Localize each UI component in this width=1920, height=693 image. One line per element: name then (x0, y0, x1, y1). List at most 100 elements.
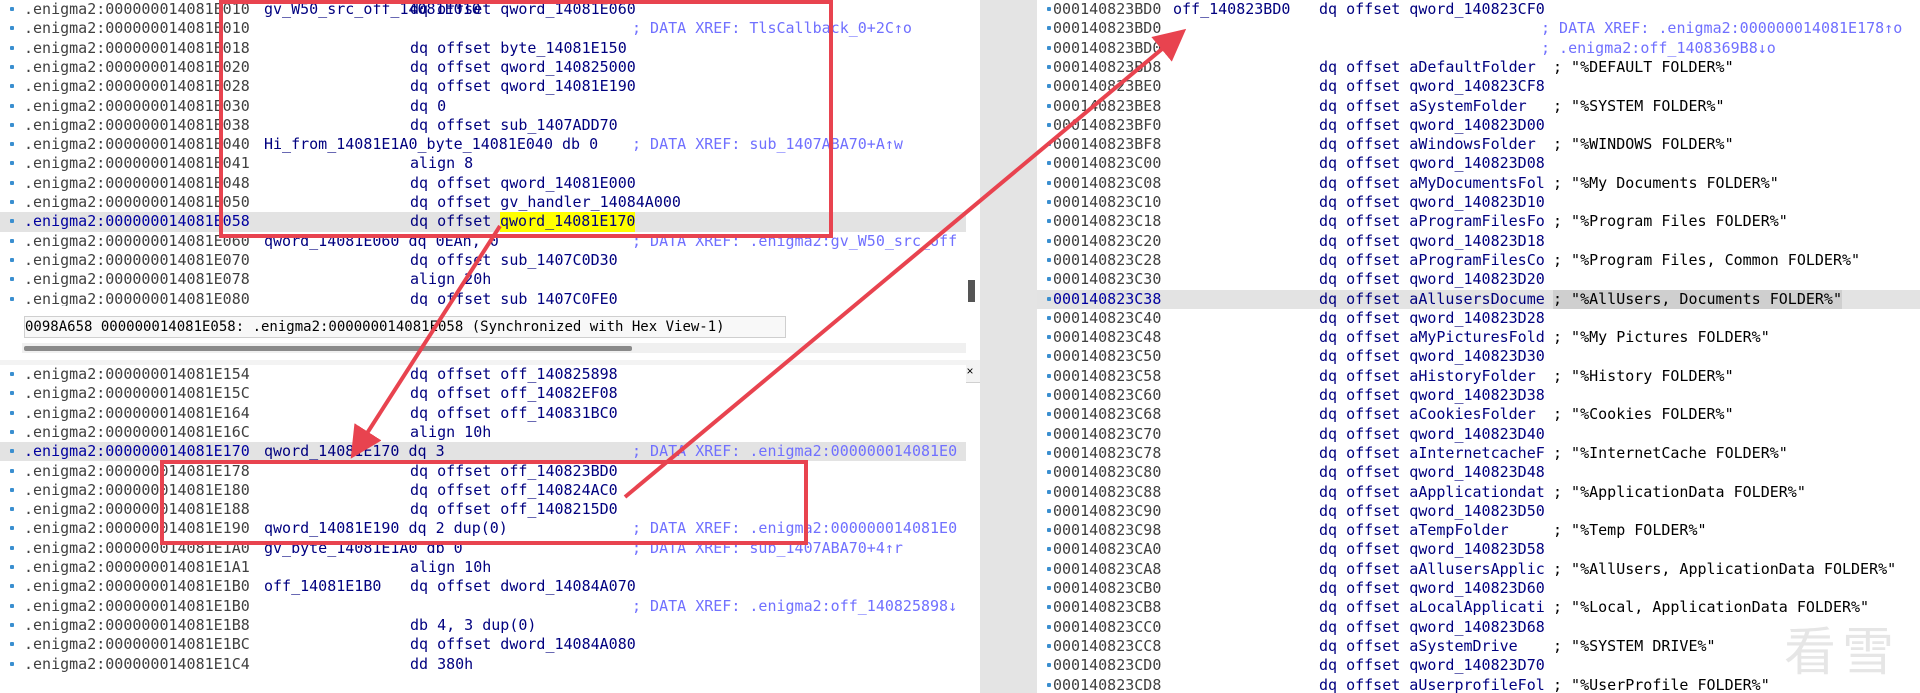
line-bullet-icon (1047, 257, 1051, 262)
disasm-line[interactable]: .enigma2:000000014081E1B0 off_14081E1B0 dq… (0, 577, 966, 596)
disasm-line[interactable]: .enigma2:000000014081E170 qword_14081E170… (0, 442, 966, 462)
string-comment: ; "%AllUsers, Documents FOLDER%" (1553, 289, 1842, 309)
line-address: 000140823CD8 (1053, 675, 1162, 693)
disasm-line[interactable]: 000140823C10 dq offset qword_140823D10 (1037, 193, 1920, 212)
line-bullet-icon (10, 219, 14, 224)
disasm-line[interactable]: 000140823BD0 off_140823BD0 dq offset qword… (1037, 0, 1920, 19)
line-bullet-icon (10, 277, 14, 282)
ida-view-right[interactable]: 000140823BD0 off_140823BD0 dq offset qword… (1037, 0, 1920, 693)
line-instruction: dq offset aLocalApplicati (1319, 598, 1545, 617)
disasm-line[interactable]: .enigma2:000000014081E078 align 20h (0, 270, 966, 289)
line-address: .enigma2:000000014081E1BC (24, 635, 250, 654)
string-comment: ; "%SYSTEM DRIVE%" (1553, 636, 1716, 655)
line-address: 000140823C28 (1053, 250, 1162, 269)
disasm-line[interactable]: .enigma2:000000014081E15C dq offset off_1… (0, 384, 966, 403)
disasm-line[interactable]: .enigma2:000000014081E1A1 align 10h (0, 558, 966, 577)
disasm-line[interactable]: 000140823CB0 dq offset qword_140823D60 (1037, 579, 1920, 598)
line-bullet-icon (1047, 508, 1051, 513)
line-instruction: align 20h (410, 270, 492, 289)
line-instruction: dq offset qword_140823D60 (1319, 579, 1545, 597)
line-address: 000140823CC8 (1053, 636, 1162, 655)
disasm-line[interactable]: 000140823BE8 dq offset aSystemFolder ; "%S… (1037, 97, 1920, 116)
line-instruction: dq offset qword_140823D50 (1319, 501, 1545, 520)
line-address: .enigma2:000000014081E070 (24, 250, 250, 269)
line-bullet-icon (1047, 45, 1051, 50)
line-bullet-icon (10, 200, 14, 204)
disasm-line[interactable]: 000140823C68 dq offset aCookiesFolder ; "%… (1037, 405, 1920, 424)
disasm-line[interactable]: .enigma2:000000014081E1C4 dd 380h (0, 655, 966, 674)
line-instruction: dd 380h (410, 654, 474, 673)
disasm-line[interactable]: 000140823BD8 dq offset aDefaultFolder ; "%… (1037, 58, 1920, 77)
disasm-line[interactable]: .enigma2:000000014081E164 dq offset off_1… (0, 404, 966, 423)
line-comment: ; .enigma2:off_1408369B8↓o (1541, 38, 1776, 57)
line-address: .enigma2:000000014081E010 (24, 0, 250, 18)
vertical-scrollbar-thumb[interactable] (968, 280, 975, 302)
watermark-logo: 看雪 (1783, 623, 1900, 683)
line-instruction: dq offset qword_140823D58 (1319, 540, 1545, 559)
line-instruction: dq offset aAllusersDocume (1319, 289, 1545, 308)
line-bullet-icon (10, 545, 14, 550)
line-instruction: dq offset dword_14084A070 (410, 577, 636, 596)
disasm-line[interactable]: 000140823C50 dq offset qword_140823D30 (1037, 347, 1920, 366)
disasm-line[interactable]: 000140823C90 dq offset qword_140823D50 (1037, 502, 1920, 521)
line-instruction: dq offset sub_1407C0D30 (410, 250, 618, 269)
disasm-line[interactable]: .enigma2:000000014081E1B0 ; DATA XREF: .e… (0, 597, 966, 616)
disasm-line[interactable]: 000140823C98 dq offset aTempFolder ; "%Tem… (1037, 521, 1920, 540)
disasm-line[interactable]: .enigma2:000000014081E1B8 db 4, 3 dup(0) (0, 616, 966, 635)
line-bullet-icon (1047, 470, 1051, 475)
disasm-line[interactable]: 000140823BF0 dq offset qword_140823D00 (1037, 116, 1920, 135)
disasm-line[interactable]: 000140823C38 dq offset aAllusersDocume ; "… (1037, 289, 1920, 309)
line-bullet-icon (10, 468, 14, 473)
pane-splitter[interactable] (980, 0, 1037, 693)
disasm-line[interactable]: 000140823C18 dq offset aProgramFilesFo ; "… (1037, 212, 1920, 231)
disasm-line[interactable]: 000140823BD0 ; .enigma2:off_1408369B8↓o (1037, 39, 1920, 58)
line-bullet-icon (1047, 373, 1051, 378)
line-address: 000140823CD0 (1053, 656, 1162, 675)
string-comment: ; "%My Documents FOLDER%" (1553, 173, 1779, 192)
disasm-line[interactable]: 000140823C08 dq offset aMyDocumentsFol ; "… (1037, 174, 1920, 193)
disasm-line[interactable]: 000140823C00 dq offset qword_140823D08 (1037, 154, 1920, 173)
line-bullet-icon (10, 257, 14, 262)
line-bullet-icon (1047, 393, 1051, 397)
disasm-line[interactable]: 000140823C58 dq offset aHistoryFolder ; "%… (1037, 367, 1920, 386)
line-instruction: db 4, 3 dup(0) (410, 615, 537, 634)
line-address: 000140823C40 (1053, 308, 1162, 327)
disasm-line[interactable]: 000140823C28 dq offset aProgramFilesCo ; "… (1037, 251, 1920, 270)
disasm-line[interactable]: .enigma2:000000014081E080 dq offset sub_1… (0, 290, 966, 306)
disasm-line[interactable]: .enigma2:000000014081E154 dq offset off_1… (0, 365, 966, 384)
disasm-line[interactable]: 000140823CA8 dq offset aAllusersApplic ; "… (1037, 560, 1920, 579)
line-address: .enigma2:000000014081E1A1 (24, 558, 250, 576)
disasm-line[interactable]: .enigma2:000000014081E1BC dq offset dword… (0, 635, 966, 654)
disasm-line[interactable]: 000140823CA0 dq offset qword_140823D58 (1037, 540, 1920, 559)
string-comment: ; "%History FOLDER%" (1553, 366, 1734, 385)
line-instruction: dq offset off_140825898 (410, 365, 618, 383)
line-bullet-icon (1047, 412, 1051, 417)
line-address: 000140823C68 (1053, 405, 1162, 424)
disasm-line[interactable]: 000140823BD0 ; DATA XREF: .enigma2:000000… (1037, 19, 1920, 38)
line-address: .enigma2:000000014081E1B0 (24, 596, 250, 615)
disasm-line[interactable]: 000140823C48 dq offset aMyPicturesFold ; "… (1037, 328, 1920, 347)
disasm-line[interactable]: 000140823C60 dq offset qword_140823D38 (1037, 386, 1920, 405)
disasm-line[interactable]: 000140823BF8 dq offset aWindowsFolder ; "%… (1037, 135, 1920, 154)
disasm-line[interactable]: 000140823C30 dq offset qword_140823D20 (1037, 270, 1920, 289)
line-address: .enigma2:000000014081E040 (24, 135, 250, 154)
disasm-line[interactable]: .enigma2:000000014081E070 dq offset sub_1… (0, 251, 966, 270)
string-comment: ; "%Program Files FOLDER%" (1553, 212, 1788, 231)
disasm-line[interactable]: .enigma2:000000014081E16C align 10h (0, 423, 966, 442)
disasm-line[interactable]: 000140823BE0 dq offset qword_140823CF8 (1037, 77, 1920, 96)
line-bullet-icon (1047, 663, 1051, 668)
disasm-line[interactable]: 000140823C20 dq offset qword_140823D18 (1037, 232, 1920, 251)
disasm-line[interactable]: 000140823C40 dq offset qword_140823D28 (1037, 309, 1920, 328)
line-address: .enigma2:000000014081E020 (24, 57, 250, 76)
disasm-line[interactable]: 000140823C88 dq offset aApplicationdat ; "… (1037, 483, 1920, 502)
disasm-line[interactable]: 000140823C80 dq offset qword_140823D48 (1037, 463, 1920, 482)
horizontal-scrollbar-thumb[interactable] (24, 346, 632, 351)
disasm-line[interactable]: 000140823C78 dq offset aInternetcacheF ; "… (1037, 444, 1920, 463)
line-bullet-icon (1047, 431, 1051, 436)
line-label: qword_14081E170 dq 3 (264, 442, 445, 461)
line-bullet-icon (1047, 315, 1051, 320)
line-address: 000140823C50 (1053, 347, 1162, 366)
disasm-line[interactable]: 000140823C70 dq offset qword_140823D40 (1037, 425, 1920, 444)
line-address: 000140823CB0 (1053, 579, 1162, 597)
line-instruction: dq offset qword_140823D10 (1319, 193, 1545, 211)
